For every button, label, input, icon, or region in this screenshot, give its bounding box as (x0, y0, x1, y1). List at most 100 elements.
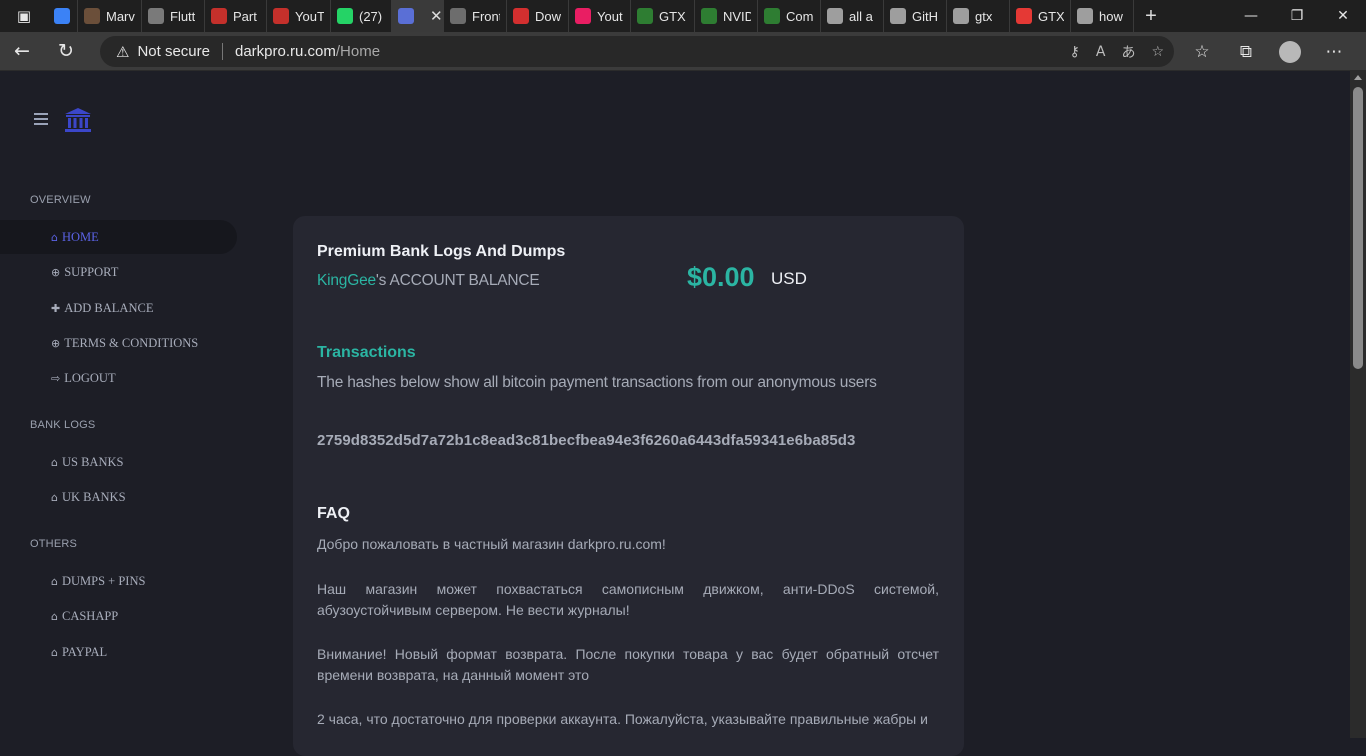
tab-favicon-icon (513, 8, 529, 24)
hamburger-menu-icon[interactable] (34, 113, 48, 128)
browser-tab[interactable]: Part (205, 0, 267, 32)
tab-title: Yout (597, 8, 623, 24)
sidebar-item-cashapp[interactable]: ⌂ CASHAPP (0, 599, 237, 633)
tab-title: GTX (1038, 8, 1064, 24)
browser-tab[interactable]: NVID (695, 0, 758, 32)
sidebar-section-title: BANK LOGS (30, 419, 96, 431)
sidebar-item-label: ADD BALANCE (64, 300, 154, 315)
refresh-icon[interactable]: ↻ (44, 32, 88, 71)
tab-title: NVID (723, 8, 751, 24)
sidebar-item-us-banks[interactable]: ⌂ US BANKS (0, 445, 237, 479)
tab-title: Dow (535, 8, 562, 24)
tab-favicon-icon (84, 8, 100, 24)
tab-title: Part (233, 8, 257, 24)
browser-tab[interactable]: (27) (331, 0, 392, 32)
sidebar-item-paypal[interactable]: ⌂ PAYPAL (0, 635, 237, 669)
key-icon[interactable]: ⚷ (1070, 44, 1080, 60)
tab-title: (27) (359, 8, 383, 24)
sidebar-item-label: US BANKS (61, 454, 124, 469)
balance-amount: $0.00 (687, 262, 755, 292)
sidebar-item-support[interactable]: ⊕ SUPPORT (0, 255, 237, 289)
sidebar-item-logout[interactable]: ⇨ LOGOUT (0, 361, 237, 395)
restore-icon[interactable]: ❐ (1274, 0, 1320, 32)
browser-tab[interactable]: Yout (569, 0, 631, 32)
close-window-icon[interactable]: ✕ (1320, 0, 1366, 32)
faq-paragraph: Добро пожаловать в частный магазин darkp… (317, 536, 666, 552)
page-scrollbar[interactable] (1350, 71, 1366, 738)
tab-favicon-icon (148, 8, 164, 24)
tab-title: GitH (912, 8, 938, 24)
bank-icon: ⌂ (51, 574, 58, 588)
tab-favicon-icon (450, 8, 466, 24)
back-icon[interactable]: ← (0, 32, 44, 71)
scrollbar-thumb[interactable] (1353, 87, 1363, 369)
tab-favicon-icon (953, 8, 969, 24)
scroll-up-icon[interactable] (1354, 75, 1362, 80)
sidebar-item-terms-conditions[interactable]: ⊕ TERMS & CONDITIONS (0, 326, 237, 360)
tab-actions-icon[interactable]: ▣ (0, 0, 48, 32)
browser-tab[interactable]: Front (444, 0, 507, 32)
browser-tab[interactable]: Dow (507, 0, 569, 32)
add-favorite-icon[interactable]: ☆ (1151, 44, 1164, 60)
url-text[interactable]: darkpro.ru.com/Home (235, 43, 380, 60)
collections-icon[interactable]: ⧉ (1224, 32, 1268, 71)
transaction-hash: 2759d8352d5d7a72b1c8ead3c81becfbea94e3f6… (317, 432, 856, 449)
profile-avatar[interactable] (1279, 40, 1301, 63)
tab-favicon-icon (273, 8, 289, 24)
sidebar-item-uk-banks[interactable]: ⌂ UK BANKS (0, 480, 237, 514)
balance-label: KingGee's ACCOUNT BALANCE (317, 272, 540, 290)
browser-tab[interactable]: YouT (267, 0, 331, 32)
sidebar-item-label: CASHAPP (61, 608, 119, 623)
browser-tab[interactable]: GitH (884, 0, 947, 32)
balance-suffix: 's ACCOUNT BALANCE (375, 272, 540, 289)
browser-tab[interactable]: how (1071, 0, 1134, 32)
tab-title: all a (849, 8, 873, 24)
browser-tab[interactable]: all a (821, 0, 884, 32)
tab-title: Marv (106, 8, 135, 24)
tab-favicon-icon (827, 8, 843, 24)
tab-title: YouT (295, 8, 324, 24)
warning-icon: ⚠ (116, 42, 130, 61)
url-path: /Home (335, 43, 381, 60)
faq-paragraph: 2 часа, что достаточно для проверки акка… (317, 711, 928, 727)
close-tab-icon[interactable]: ✕ (430, 7, 443, 25)
faq-paragraph: Внимание! Новый формат возврата. После п… (317, 646, 939, 683)
toolbar-icons: ☆ ⧉ ⋯ (1180, 32, 1356, 71)
browser-tab[interactable] (48, 0, 78, 32)
favorites-icon[interactable]: ☆ (1180, 32, 1224, 71)
tab-title: how (1099, 8, 1123, 24)
bank-icon: ⌂ (51, 609, 58, 623)
browser-tab[interactable]: Flutt (142, 0, 205, 32)
sidebar-item-add-balance[interactable]: ✚ ADD BALANCE (0, 291, 237, 325)
read-aloud-icon[interactable]: A (1096, 44, 1106, 60)
browser-tab[interactable]: D✕ (392, 0, 444, 32)
page-content: OVERVIEW ⌂ HOME ⊕ SUPPORT ✚ ADD BALANCE ⊕ TERMS … (0, 71, 1350, 756)
balance-currency: USD (771, 269, 807, 288)
browser-tab[interactable]: GTX (1010, 0, 1071, 32)
window-controls: — ❐ ✕ (1228, 0, 1366, 32)
browser-tab[interactable]: GTX (631, 0, 695, 32)
browser-tab[interactable]: Com (758, 0, 821, 32)
address-bar[interactable]: ⚠ Not secure darkpro.ru.com/Home ⚷ A あ ☆ (100, 36, 1174, 67)
new-tab-button[interactable]: + (1134, 0, 1168, 32)
bank-logo-icon[interactable] (64, 107, 92, 133)
tab-strip: Marv Flutt Part YouT (27) D✕ Front Dow Yout GTX NV… (48, 0, 1134, 32)
tab-title: Flutt (170, 8, 196, 24)
tab-favicon-icon (764, 8, 780, 24)
sidebar-item-home[interactable]: ⌂ HOME (0, 220, 237, 254)
tab-favicon-icon (211, 8, 227, 24)
browser-tab[interactable]: gtx (947, 0, 1010, 32)
sidebar-section-title: OTHERS (30, 538, 78, 550)
translate-icon[interactable]: あ (1121, 42, 1135, 62)
browser-tab[interactable]: Marv (78, 0, 142, 32)
not-secure-label: Not secure (137, 43, 223, 60)
plus-icon: ✚ (51, 301, 61, 315)
bank-icon: ⌂ (51, 455, 58, 469)
sidebar-item-label: HOME (61, 229, 99, 244)
tab-title: gtx (975, 8, 993, 24)
minimize-icon[interactable]: — (1228, 0, 1274, 32)
tab-title: GTX (659, 8, 686, 24)
sidebar-item-dumps-pins[interactable]: ⌂ DUMPS + PINS (0, 564, 237, 598)
more-menu-icon[interactable]: ⋯ (1312, 32, 1356, 71)
logout-icon: ⇨ (51, 371, 61, 385)
